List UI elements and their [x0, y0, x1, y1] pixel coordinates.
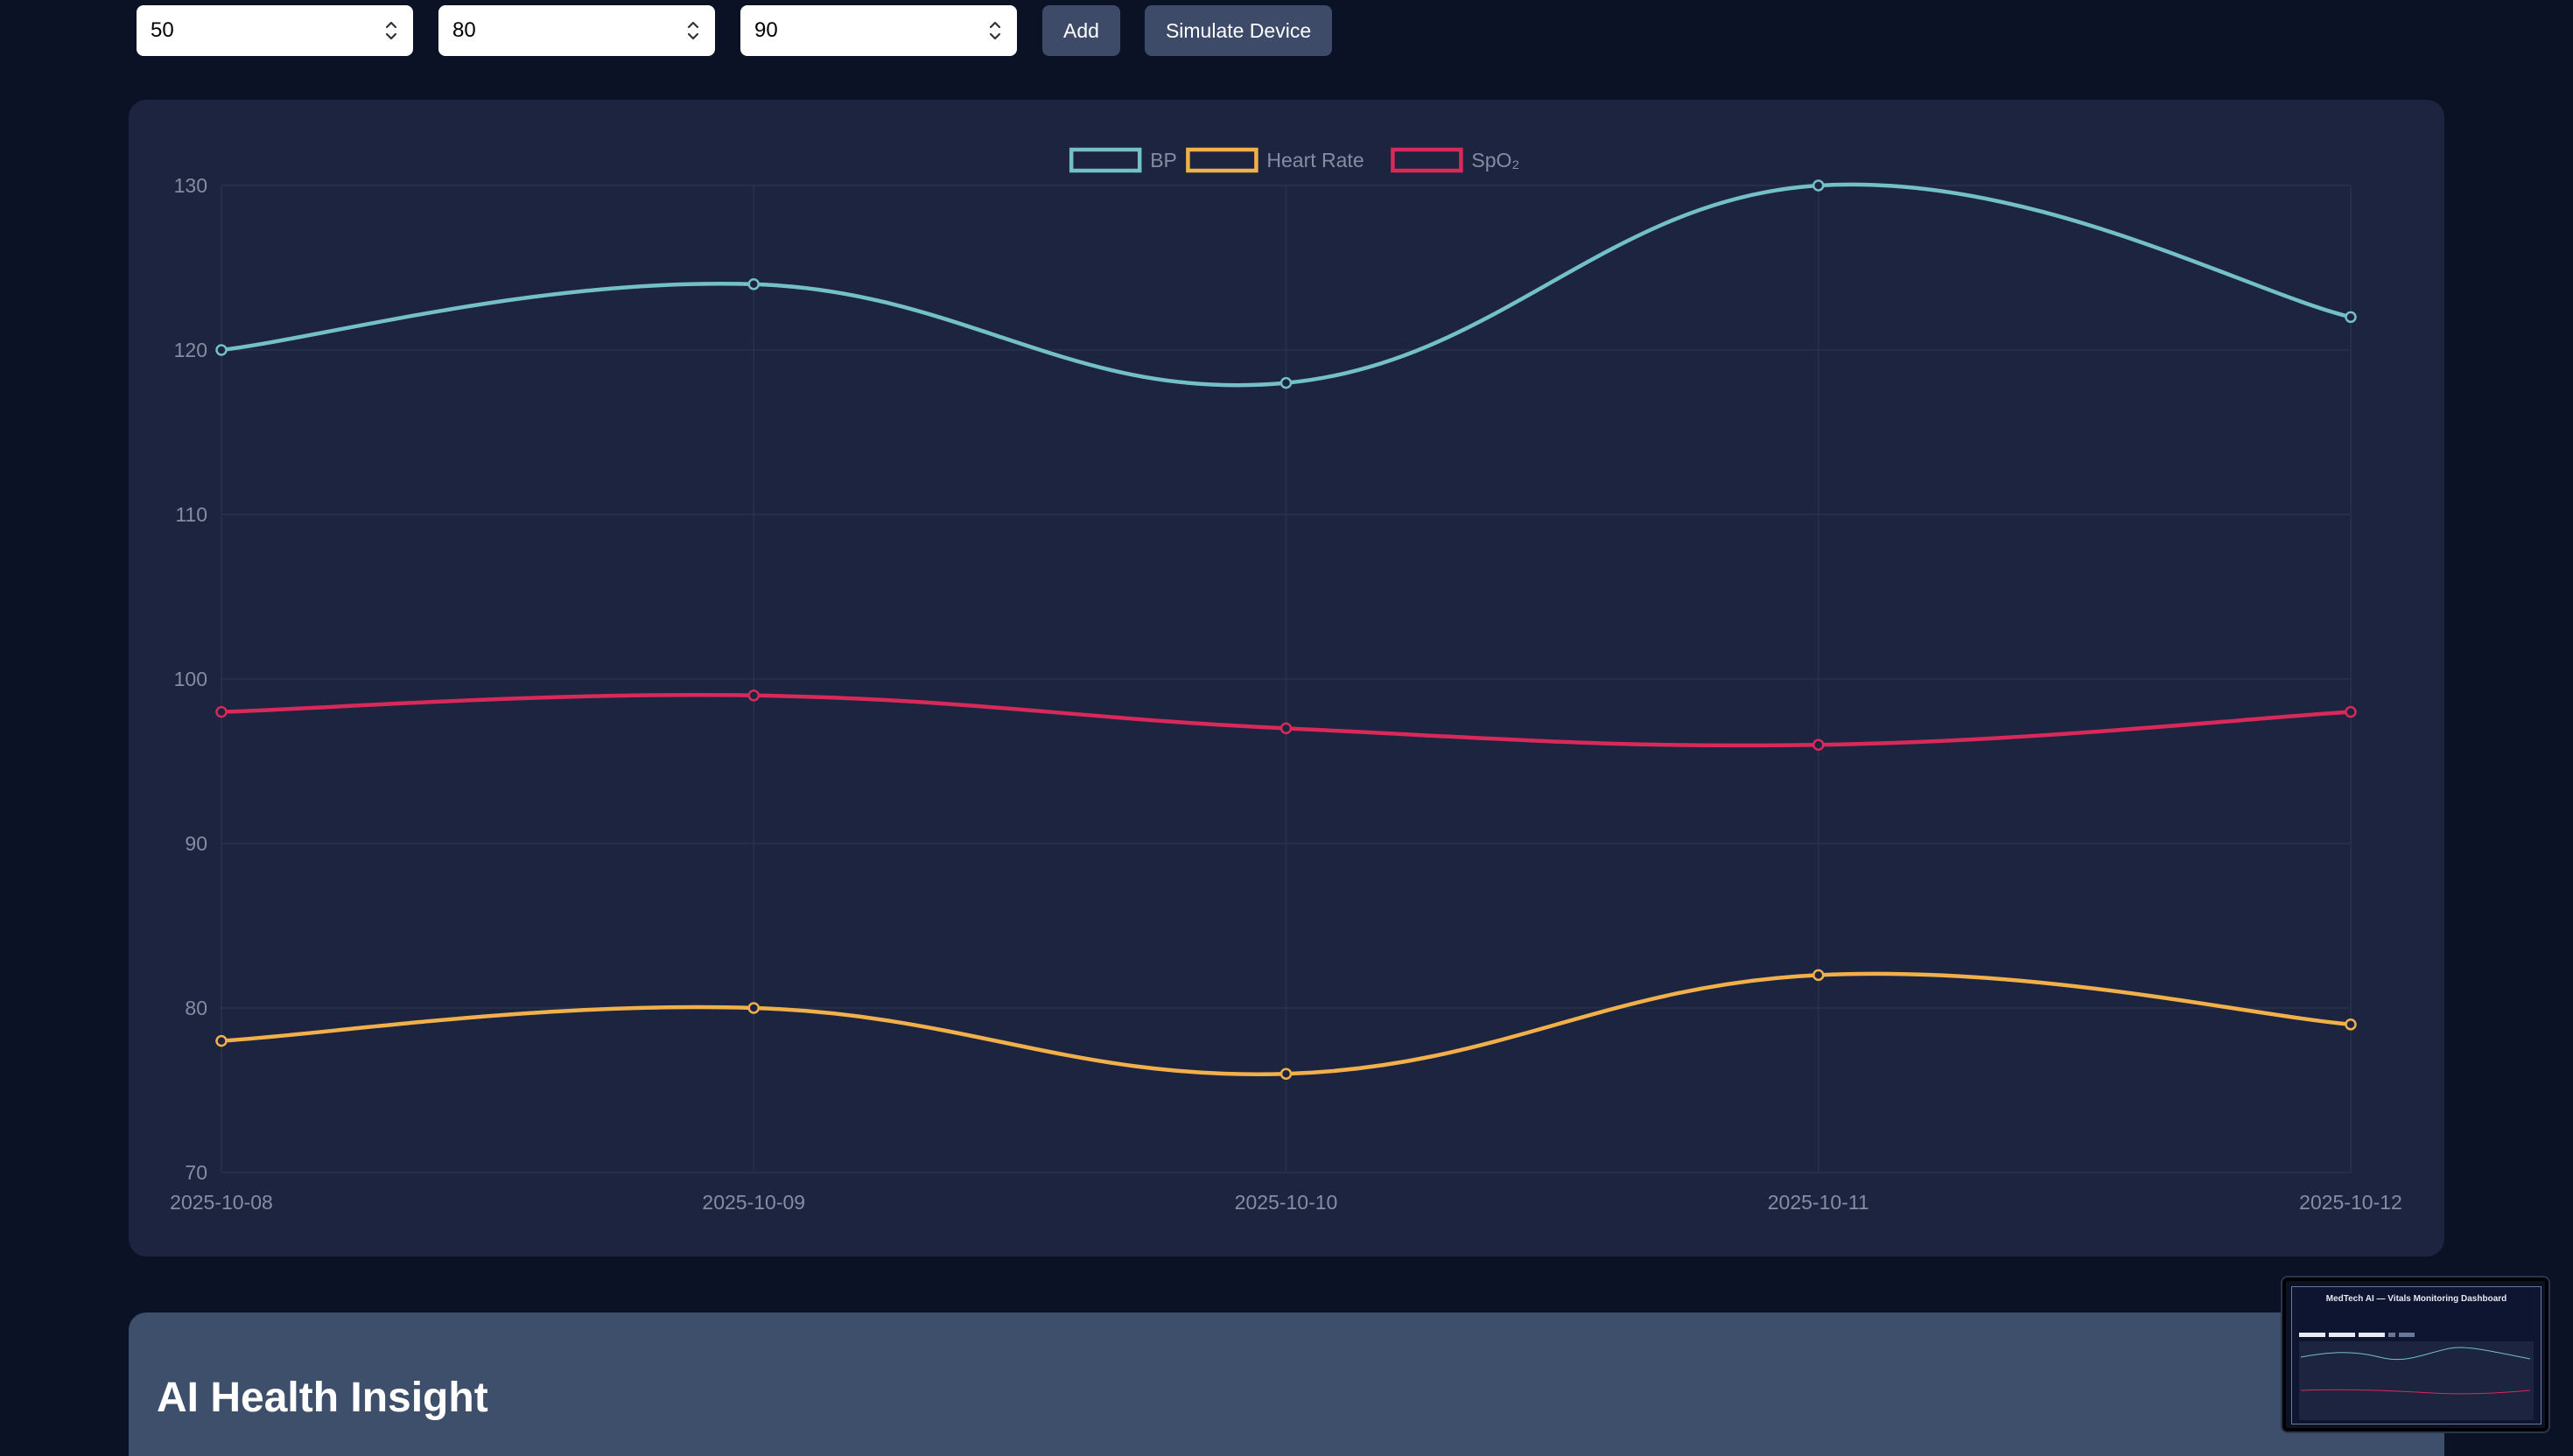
- data-point-spo: [215, 705, 228, 718]
- y-tick-label: 130: [174, 174, 207, 197]
- thumbnail-add-button: [2388, 1333, 2395, 1337]
- data-point-bp: [215, 344, 228, 356]
- x-tick-label: 2025-10-11: [1768, 1191, 1869, 1214]
- thumbnail-preview: MedTech AI — Vitals Monitoring Dashboard: [2291, 1286, 2541, 1424]
- data-point-heart-rate: [1812, 969, 1825, 982]
- spo2-input[interactable]: [740, 5, 1017, 56]
- data-point-spo: [1812, 738, 1825, 751]
- spinner-arrows-icon[interactable]: [383, 18, 399, 43]
- x-tick-label: 2025-10-12: [2299, 1191, 2402, 1214]
- thumbnail-input-2: [2329, 1333, 2355, 1337]
- spinner-arrows-icon[interactable]: [987, 18, 1003, 43]
- data-point-bp: [2345, 311, 2357, 324]
- spinner-arrows-icon[interactable]: [685, 18, 701, 43]
- data-point-spo: [747, 690, 760, 702]
- data-point-heart-rate: [747, 1002, 760, 1014]
- legend-label: Heart Rate: [1266, 149, 1364, 172]
- data-point-bp: [1279, 376, 1293, 389]
- data-point-heart-rate: [2345, 1018, 2357, 1031]
- x-tick-label: 2025-10-08: [170, 1191, 273, 1214]
- bp-input[interactable]: [137, 5, 413, 56]
- add-button[interactable]: Add: [1042, 5, 1120, 56]
- legend-swatch: [1186, 147, 1258, 173]
- thumbnail-input-3: [2359, 1333, 2385, 1337]
- page: Add Simulate Device 70 80 90 100 110 120 130 20…: [0, 0, 2573, 1456]
- y-tick-label: 90: [185, 832, 207, 855]
- heart-rate-number-field[interactable]: [438, 5, 715, 56]
- data-point-bp: [1812, 179, 1825, 192]
- spo2-number-field[interactable]: [740, 5, 1017, 56]
- data-point-bp: [747, 278, 760, 290]
- data-point-spo: [2345, 705, 2357, 718]
- legend-swatch: [1069, 147, 1142, 173]
- bp-number-field[interactable]: [137, 5, 413, 56]
- data-point-spo: [1279, 722, 1293, 735]
- dashboard-thumbnail[interactable]: MedTech AI — Vitals Monitoring Dashboard: [2282, 1278, 2548, 1432]
- data-point-heart-rate: [215, 1034, 228, 1047]
- y-tick-label: 80: [185, 997, 207, 1019]
- y-tick-label: 110: [175, 503, 207, 526]
- data-point-heart-rate: [1279, 1068, 1293, 1080]
- insight-title: AI Health Insight: [157, 1375, 488, 1421]
- vitals-line-chart: 70 80 90 100 110 120 130 2025-10-08 2025-10-09 20…: [170, 147, 2402, 1214]
- legend-label: SpO₂: [1471, 149, 1519, 172]
- legend-label: BP: [1150, 149, 1177, 172]
- thumbnail-input-1: [2299, 1333, 2325, 1337]
- y-tick-label: 120: [174, 339, 207, 361]
- legend-swatch: [1391, 147, 1463, 173]
- y-tick-label: 70: [185, 1161, 207, 1184]
- y-tick-label: 100: [174, 668, 207, 690]
- vitals-entry-toolbar: Add Simulate Device: [137, 5, 1357, 56]
- simulate-device-button[interactable]: Simulate Device: [1144, 5, 1333, 56]
- thumbnail-simulate-button: [2399, 1333, 2415, 1337]
- vitals-chart-card: 70 80 90 100 110 120 130 2025-10-08 2025-10-09 20…: [129, 100, 2444, 1256]
- x-tick-label: 2025-10-09: [702, 1191, 805, 1214]
- x-tick-label: 2025-10-10: [1235, 1191, 1338, 1214]
- heart-rate-input[interactable]: [438, 5, 715, 56]
- ai-health-insight-card: AI Health Insight: [129, 1312, 2444, 1456]
- thumbnail-mini-chart: [2299, 1333, 2534, 1420]
